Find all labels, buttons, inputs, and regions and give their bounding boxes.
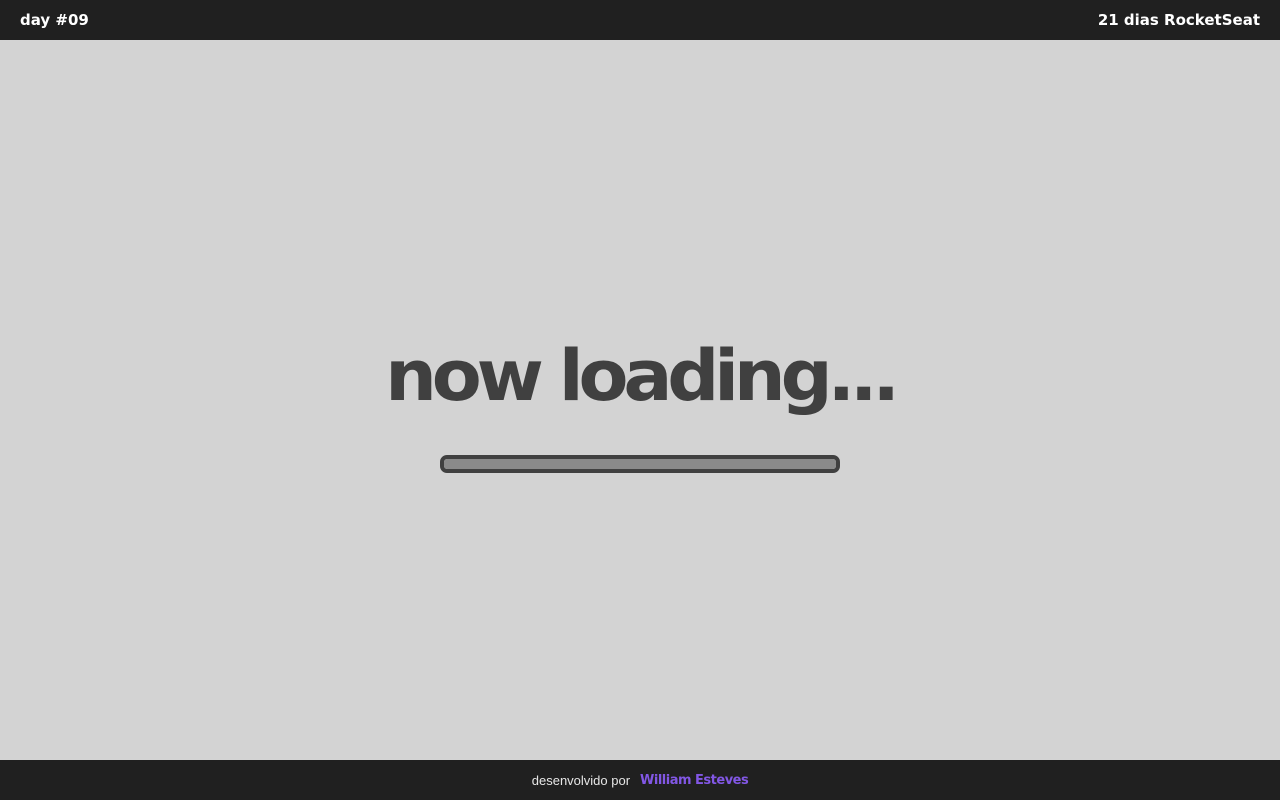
brand-label: 21 dias RocketSeat	[1097, 11, 1260, 29]
progress-fill	[444, 459, 836, 469]
footer: desenvolvido por William Esteves	[0, 760, 1280, 800]
top-bar: day #09 21 dias RocketSeat	[0, 0, 1280, 40]
credit-text: desenvolvido por	[531, 772, 631, 788]
progress-bar	[440, 455, 840, 473]
loading-screen: now loading...	[0, 40, 1280, 760]
loading-title: now loading...	[385, 335, 900, 417]
author-link[interactable]: William Esteves	[640, 773, 749, 788]
day-label: day #09	[20, 11, 89, 29]
